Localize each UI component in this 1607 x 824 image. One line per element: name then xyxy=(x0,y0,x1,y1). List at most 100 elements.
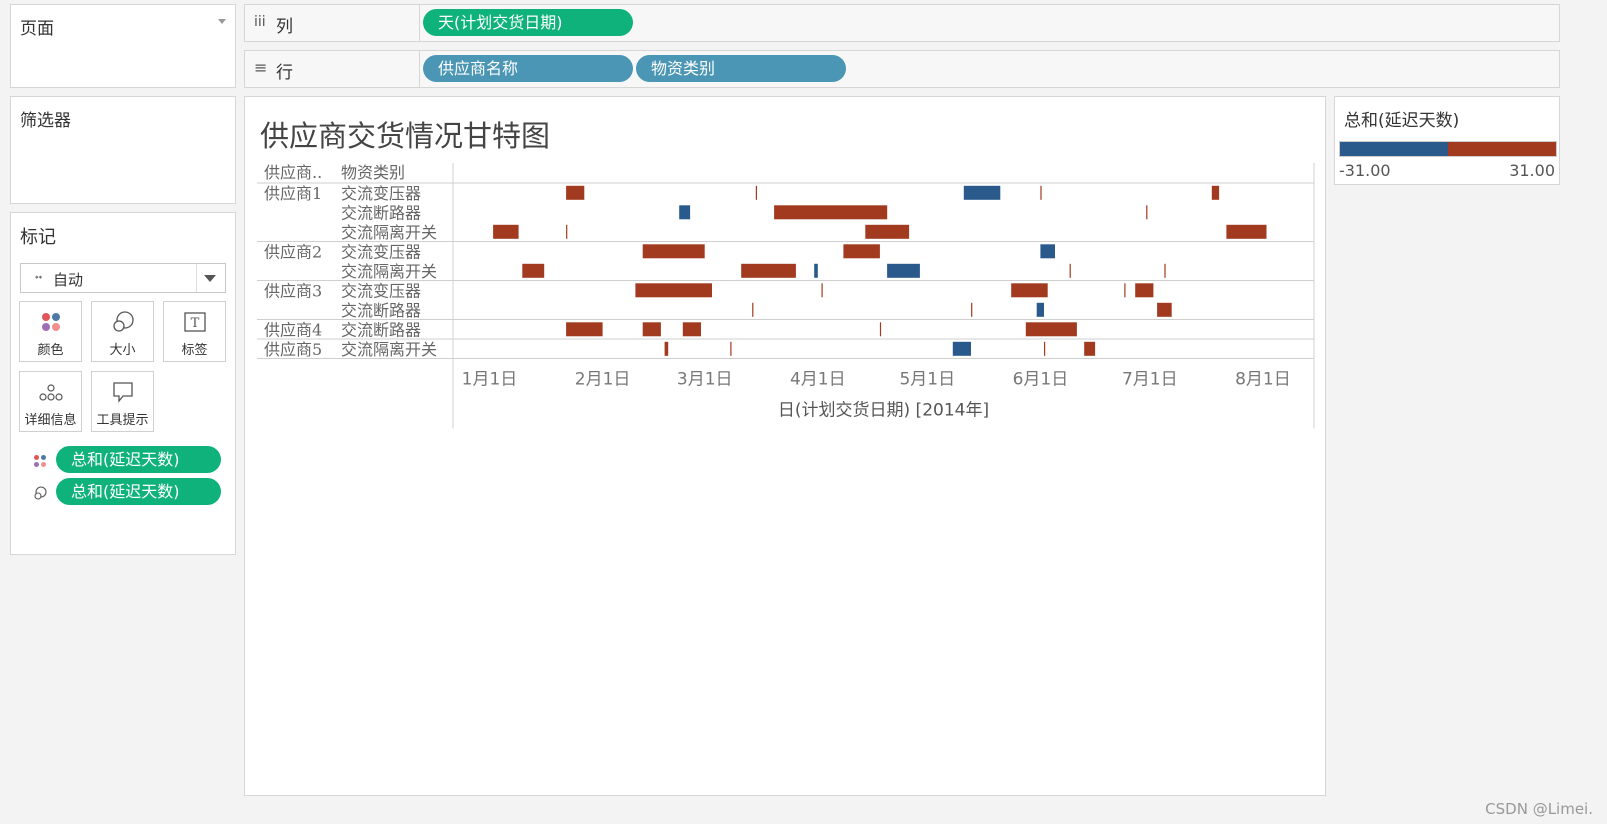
row-header-category: 物资类别 xyxy=(341,163,405,182)
view-title: 供应商交货情况甘特图 xyxy=(260,119,551,153)
supplier-label: 供应商3 xyxy=(264,281,322,300)
gantt-bar xyxy=(682,322,701,337)
category-label: 交流隔离开关 xyxy=(341,340,437,359)
marks-card-title: 标记 xyxy=(20,227,56,248)
gantt-bar xyxy=(566,185,585,200)
category-label: 交流隔离开关 xyxy=(341,223,437,242)
gantt-chart: 供应商.. 物资类别交流变压器交流断路器交流隔离开关供应商1交流变压器交流隔离开关… xyxy=(257,163,1315,429)
size-button-label: 大小 xyxy=(109,343,136,358)
legend-max-value: 31.00 xyxy=(1509,161,1555,180)
gantt-bar xyxy=(679,205,691,220)
column-field-pill[interactable]: 天(计划交货日期) xyxy=(423,9,633,36)
columns-shelf-label: 列 xyxy=(276,17,293,37)
legend-title: 总和(延迟天数) xyxy=(1344,111,1460,131)
gantt-bar xyxy=(887,263,920,278)
gantt-bar xyxy=(642,322,661,337)
mark-type-dropdown[interactable]: ⬩⬩ 自动 xyxy=(20,263,226,293)
rows-icon: ≡ xyxy=(254,58,268,77)
gantt-bar xyxy=(752,302,754,317)
row-field-pill-supplier[interactable]: 供应商名称 xyxy=(423,55,633,82)
x-tick-label: 7月1日 xyxy=(1122,370,1178,390)
rows-shelf-header: ≡ 行 xyxy=(245,51,420,87)
x-axis-title: 日(计划交货日期) [2014年] xyxy=(778,401,989,421)
row-field-label-supplier: 供应商名称 xyxy=(438,59,519,78)
x-tick-label: 6月1日 xyxy=(1013,370,1069,390)
detail-button[interactable]: 详细信息 xyxy=(19,371,82,432)
tooltip-bubble-icon xyxy=(92,380,153,404)
rows-shelf-label: 行 xyxy=(276,63,293,83)
color-button[interactable]: 颜色 xyxy=(19,301,82,362)
gantt-bar xyxy=(814,263,818,278)
legend-positive-segment xyxy=(1448,142,1556,156)
legend-negative-segment xyxy=(1340,142,1448,156)
category-label: 交流断路器 xyxy=(341,301,421,320)
gantt-bar xyxy=(664,341,669,356)
columns-shelf-header: iii 列 xyxy=(245,5,420,41)
gantt-bar xyxy=(1036,302,1044,317)
size-field-pill[interactable]: 总和(延迟天数) xyxy=(56,478,221,505)
color-field-pill[interactable]: 总和(延迟天数) xyxy=(56,446,221,473)
gantt-bar xyxy=(821,283,823,298)
gantt-bar xyxy=(1226,224,1267,239)
text-label-icon: T xyxy=(164,310,225,334)
gantt-bar xyxy=(730,341,732,356)
gantt-bar xyxy=(952,341,971,356)
mark-type-label: 自动 xyxy=(53,271,84,289)
supplier-label: 供应商2 xyxy=(264,242,322,261)
view-canvas: 供应商.. 物资类别 交流变压器 交流断路器 交流隔离开关 供应商1 交流变压器 交流隔离开关… xyxy=(244,96,1326,796)
chevron-down-icon[interactable] xyxy=(204,275,216,282)
category-label: 交流变压器 xyxy=(341,242,421,261)
gantt-bar xyxy=(1157,302,1172,317)
gantt-bar xyxy=(1044,341,1046,356)
size-circles-icon xyxy=(92,310,153,334)
gantt-bar xyxy=(879,322,882,337)
detail-dots-icon xyxy=(20,380,81,404)
gantt-bar xyxy=(1211,185,1220,200)
gantt-bar xyxy=(493,224,519,239)
x-tick-label: 5月1日 xyxy=(899,370,955,390)
size-circles-icon xyxy=(33,485,47,504)
gantt-bar xyxy=(1069,263,1071,278)
label-button-label: 标签 xyxy=(181,343,208,358)
gantt-bar xyxy=(971,302,973,317)
gantt-bar xyxy=(1164,263,1166,278)
pages-menu-arrow-icon[interactable] xyxy=(218,19,226,24)
category-label: 交流断路器 xyxy=(341,203,421,222)
detail-button-label: 详细信息 xyxy=(24,413,77,428)
gantt-bar xyxy=(1124,283,1126,298)
gantt-bar xyxy=(635,283,712,298)
dropdown-divider xyxy=(196,264,197,292)
columns-shelf[interactable]: iii 列 天(计划交货日期) xyxy=(244,4,1560,42)
x-tick-label: 2月1日 xyxy=(575,370,631,390)
size-field-label: 总和(延迟天数) xyxy=(71,482,180,501)
row-field-pill-category[interactable]: 物资类别 xyxy=(636,55,846,82)
filters-card[interactable]: 筛选器 xyxy=(10,96,236,204)
label-button[interactable]: T 标签 xyxy=(163,301,226,362)
filters-card-title: 筛选器 xyxy=(20,111,71,131)
category-label: 交流变压器 xyxy=(341,184,421,203)
columns-icon: iii xyxy=(254,14,266,30)
legend-color-ramp xyxy=(1339,141,1557,157)
gantt-bar xyxy=(1040,244,1055,259)
x-tick-label: 8月1日 xyxy=(1235,370,1291,390)
gantt-bar xyxy=(566,224,568,239)
color-field-label: 总和(延迟天数) xyxy=(71,450,180,469)
category-label: 交流隔离开关 xyxy=(341,262,437,281)
gantt-bar xyxy=(522,263,545,278)
watermark: CSDN @Limei. xyxy=(1485,800,1593,818)
gantt-bar xyxy=(741,263,796,278)
x-tick-label: 3月1日 xyxy=(677,370,733,390)
category-label: 交流变压器 xyxy=(341,281,421,300)
category-label: 交流断路器 xyxy=(341,320,421,339)
tooltip-button[interactable]: 工具提示 xyxy=(91,371,154,432)
size-button[interactable]: 大小 xyxy=(91,301,154,362)
supplier-label: 供应商5 xyxy=(264,340,322,359)
gantt-bar xyxy=(1040,185,1042,200)
rows-shelf[interactable]: ≡ 行 供应商名称 物资类别 xyxy=(244,50,1560,88)
x-tick-label: 1月1日 xyxy=(462,370,518,390)
pages-card[interactable]: 页面 xyxy=(10,4,236,88)
gantt-bar xyxy=(1084,341,1096,356)
color-legend: 总和(延迟天数) -31.00 31.00 xyxy=(1334,96,1560,185)
gantt-bar xyxy=(642,244,705,259)
gantt-bar xyxy=(1025,322,1077,337)
